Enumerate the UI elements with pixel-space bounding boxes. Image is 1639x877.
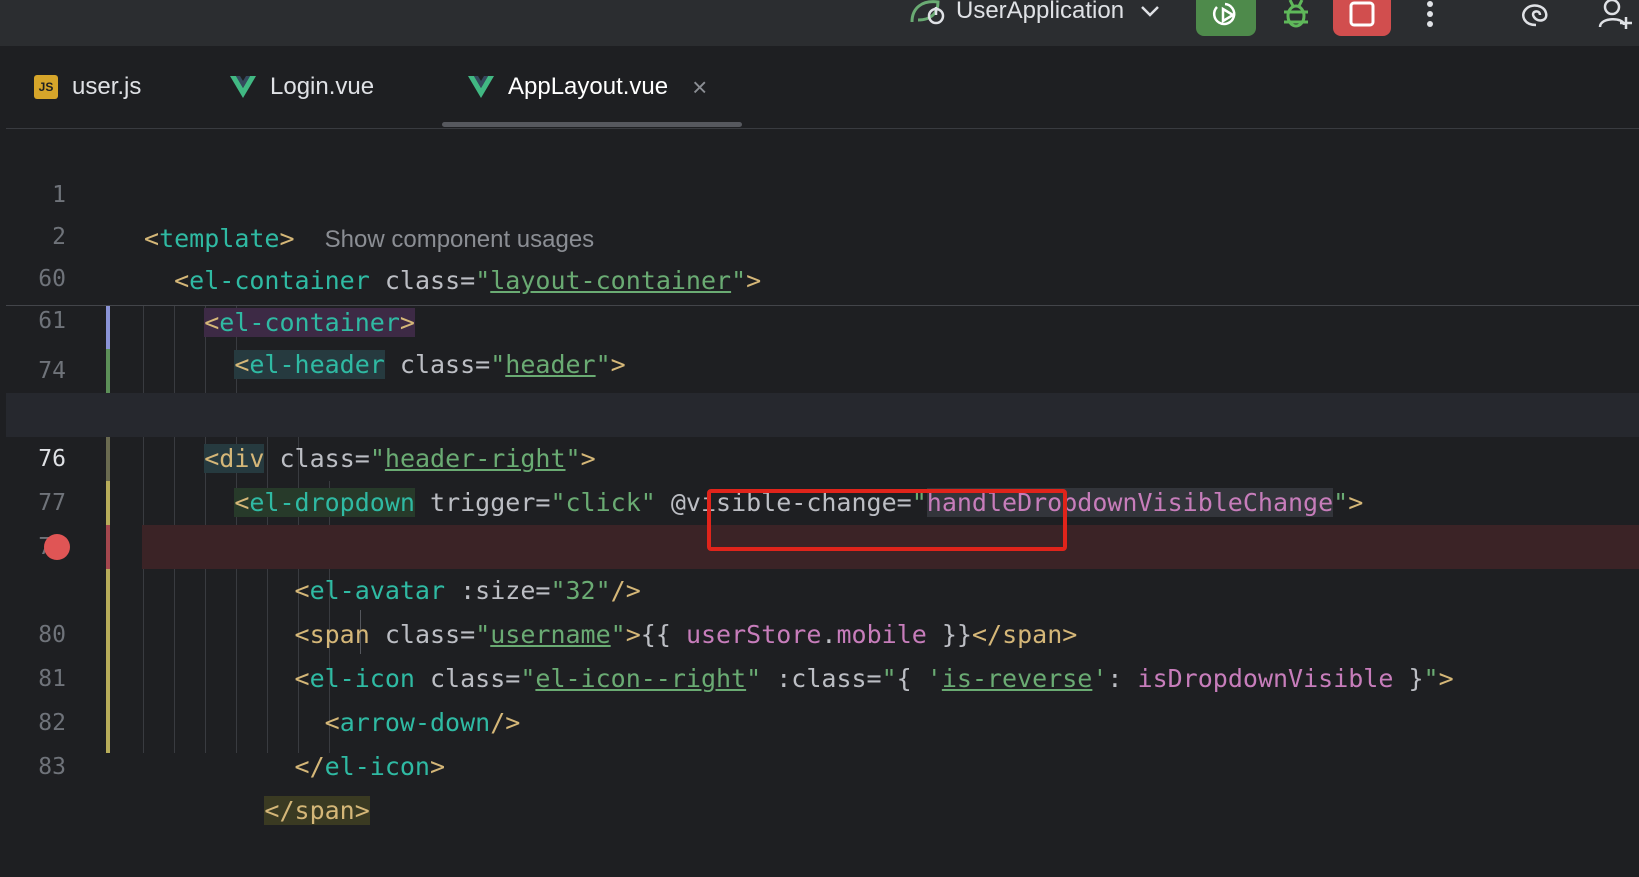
close-tab-icon[interactable]: × — [692, 72, 707, 103]
more-icon — [1427, 1, 1433, 27]
run-button[interactable] — [1196, 0, 1256, 36]
code-line[interactable]: 81 <arrow-down/> — [6, 613, 1639, 737]
spring-power-icon — [910, 0, 945, 25]
sticky-line[interactable]: 2 <el-container class="layout-container"… — [6, 171, 1639, 295]
sticky-line[interactable]: 1 <template> Show component usages — [6, 129, 1639, 253]
stop-button[interactable] — [1333, 0, 1391, 36]
tab-login-vue[interactable]: Login.vue — [230, 46, 374, 128]
chevron-down-icon — [1141, 6, 1159, 17]
editor-tab-bar: JS user.js Login.vue AppLayout.vue × — [6, 46, 1639, 129]
tab-applayout-vue[interactable]: AppLayout.vue × — [468, 46, 707, 128]
debug-button[interactable] — [1276, 0, 1316, 36]
vue-file-icon — [468, 76, 494, 98]
add-user-icon — [1598, 0, 1632, 29]
main-toolbar: UserApplication — [0, 0, 1639, 46]
run-icon — [1212, 2, 1236, 26]
tab-label: user.js — [72, 73, 142, 100]
tab-label: AppLayout.vue — [508, 73, 669, 100]
js-file-icon: JS — [34, 75, 58, 99]
breakpoint-icon[interactable] — [44, 534, 70, 560]
code-line[interactable]: 77 <span class="user-info"> — [6, 437, 1639, 561]
code-line-current[interactable]: 76 <el-dropdown trigger="click" @visible… — [6, 393, 1639, 517]
code-line[interactable]: 75 <div class="header-right"> — [6, 349, 1639, 473]
sticky-line[interactable]: 61 <el-header class="header"> — [6, 255, 1639, 379]
run-configuration-label: UserApplication — [956, 0, 1125, 24]
ai-assistant-button[interactable] — [1516, 0, 1556, 36]
more-actions-button[interactable] — [1414, 0, 1446, 36]
line-number: 83 — [38, 754, 66, 780]
code-editor[interactable]: 1 <template> Show component usages 2 <el… — [6, 129, 1639, 825]
active-tab-indicator — [442, 122, 742, 127]
code-line[interactable]: 80 <el-icon class="el-icon--right" :clas… — [6, 569, 1639, 693]
vue-file-icon — [230, 76, 256, 98]
tab-user-js[interactable]: JS user.js — [34, 46, 141, 128]
sticky-line[interactable]: 60 <el-container> — [6, 213, 1639, 337]
add-user-button[interactable] — [1594, 0, 1638, 36]
code-token: el-icon — [324, 752, 430, 781]
run-configuration-selector[interactable]: UserApplication — [908, 0, 1162, 28]
tab-label: Login.vue — [270, 73, 375, 100]
code-token: span — [294, 796, 355, 825]
stop-icon — [1349, 1, 1375, 27]
code-line[interactable]: 74 </div> — [6, 305, 1639, 429]
code-line[interactable]: 83 </span> — [6, 701, 1639, 825]
debug-icon — [1284, 0, 1308, 28]
code-line[interactable]: 82 </el-icon> — [6, 657, 1639, 781]
ai-assistant-icon — [1522, 4, 1548, 27]
highlight-annotation-box — [707, 489, 1067, 551]
